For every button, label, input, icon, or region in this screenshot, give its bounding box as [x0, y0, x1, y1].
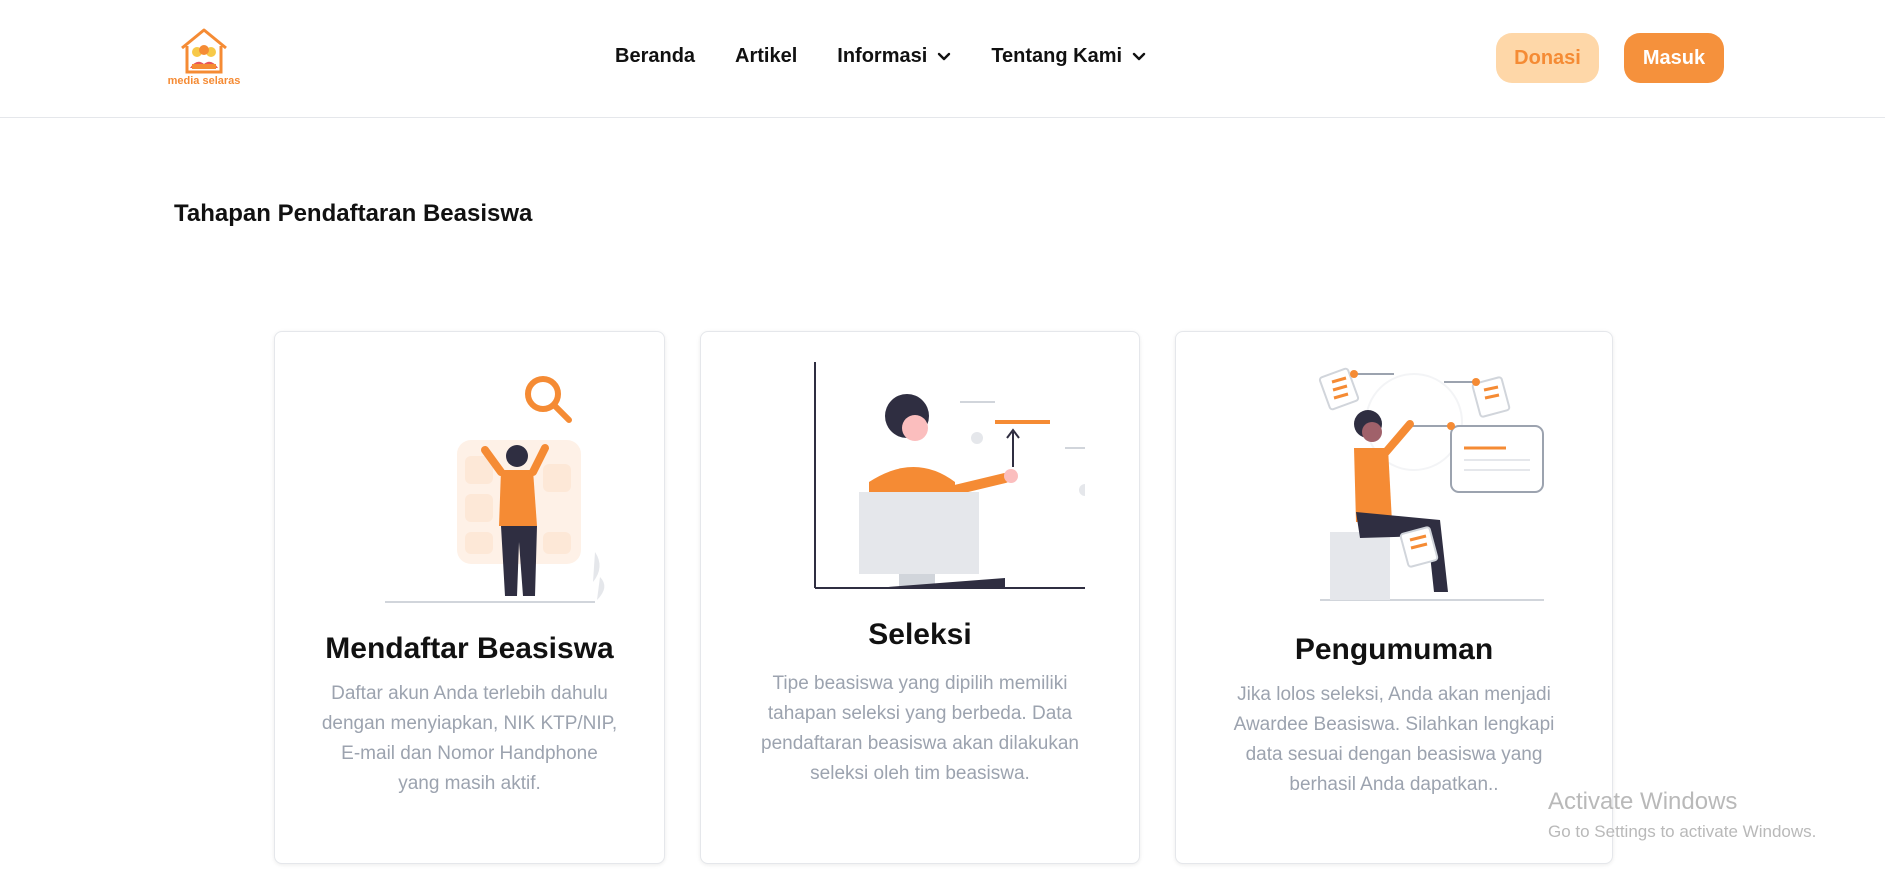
card-description: Tipe beasiswa yang dipilih memiliki taha… [761, 673, 1079, 784]
logo-text: media selaras [167, 75, 241, 87]
chevron-down-icon [1132, 45, 1146, 68]
navbar: media selaras Beranda Artikel Informasi … [0, 0, 1885, 118]
card-title: Mendaftar Beasiswa [325, 632, 614, 665]
step-card-announcement: Pengumuman Jika lolos seleksi, Anda akan… [1175, 331, 1613, 864]
watermark-subtitle: Go to Settings to activate Windows. [1548, 822, 1817, 841]
search-register-illustration [275, 352, 664, 608]
card-title: Pengumuman [1294, 633, 1494, 666]
step-card-register: Mendaftar Beasiswa Daftar akun Anda terl… [274, 331, 665, 864]
nav-beranda-label: Beranda [615, 45, 696, 67]
nav-informasi[interactable]: Informasi [837, 45, 951, 68]
main-nav: Beranda Artikel Informasi Tentang Kami [615, 45, 1186, 68]
watermark-title: Activate Windows [1548, 788, 1738, 815]
nav-tentang-kami-label: Tentang Kami [991, 45, 1123, 67]
computer-selection-illustration [701, 352, 1139, 608]
activate-windows-watermark: Activate Windows Go to Settings to activ… [1548, 788, 1816, 842]
site-logo[interactable]: media selaras [164, 26, 244, 90]
card-title: Seleksi [868, 618, 972, 651]
nav-informasi-label: Informasi [837, 45, 928, 67]
section-title: Tahapan Pendaftaran Beasiswa [174, 200, 533, 227]
chevron-down-icon [937, 45, 951, 68]
card-description: Jika lolos seleksi, Anda akan menjadi Aw… [1233, 684, 1555, 795]
nav-tentang-kami[interactable]: Tentang Kami [991, 45, 1146, 68]
announcement-illustration [1176, 352, 1612, 608]
nav-beranda[interactable]: Beranda [615, 45, 695, 68]
card-description: Daftar akun Anda terlebih dahulu dengan … [321, 683, 618, 794]
masuk-button[interactable]: Masuk [1624, 33, 1724, 83]
donasi-button[interactable]: Donasi [1496, 33, 1599, 83]
nav-artikel[interactable]: Artikel [735, 45, 797, 68]
house-logo-icon [181, 28, 227, 74]
nav-artikel-label: Artikel [735, 45, 798, 67]
step-card-selection: Seleksi Tipe beasiswa yang dipilih memil… [700, 331, 1140, 864]
